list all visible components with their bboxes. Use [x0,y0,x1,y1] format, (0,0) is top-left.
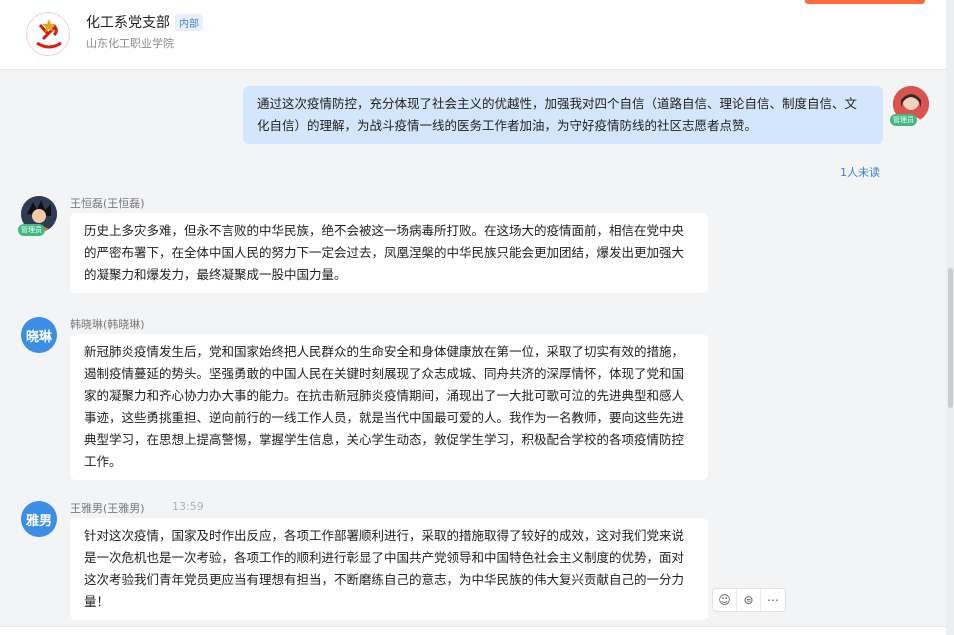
scrollbar[interactable] [946,0,954,635]
emoji-icon[interactable]: ☺ [713,589,737,611]
message-bubble[interactable]: 历史上多灾多难，但永不言败的中华民族，绝不会被这一场病毒所打败。在这场大的疫情面… [70,213,708,293]
group-name[interactable]: 化工系党支部 [86,12,170,32]
chat-header: 化工系党支部 内部 山东化工职业学院 [0,0,946,70]
message-bubble[interactable]: 针对这次疫情，国家及时作出反应，各项工作部署顺利进行，采取的措施取得了较好的成效… [70,518,708,620]
message-bubble[interactable]: 新冠肺炎疫情发生后，党和国家始终把人民群众的生命安全和身体健康放在第一位，采取了… [70,334,708,480]
party-emblem-icon [28,14,69,55]
admin-tag: 管理员 [18,224,45,236]
input-area-edge [0,626,946,635]
sender-name[interactable]: 王恒磊(王恒磊) [70,195,145,211]
group-organization: 山东化工职业学院 [86,37,174,50]
unread-count[interactable]: 1人未读 [840,164,880,180]
sender-avatar[interactable]: 晓琳 [21,317,57,353]
more-icon[interactable]: ⋯ [761,589,785,611]
scroll-thumb[interactable] [948,268,953,408]
sender-name[interactable]: 王雅男(王雅男) [70,500,145,516]
sender-name[interactable]: 韩晓琳(韩晓琳) [70,316,145,332]
message-bubble-mine[interactable]: 通过这次疫情防控，充分体现了社会主义的优越性，加强我对四个自信（道路自信、理论自… [243,86,883,144]
message-actions: ☺ ⊜ ⋯ [712,588,786,612]
admin-tag: 管理员 [890,114,917,126]
message-time: 13:59 [172,500,204,513]
internal-tag: 内部 [175,14,203,31]
top-accent-bar [805,0,925,4]
reply-icon[interactable]: ⊜ [737,589,761,611]
group-avatar[interactable] [26,12,70,56]
sender-avatar[interactable]: 雅男 [21,501,57,537]
